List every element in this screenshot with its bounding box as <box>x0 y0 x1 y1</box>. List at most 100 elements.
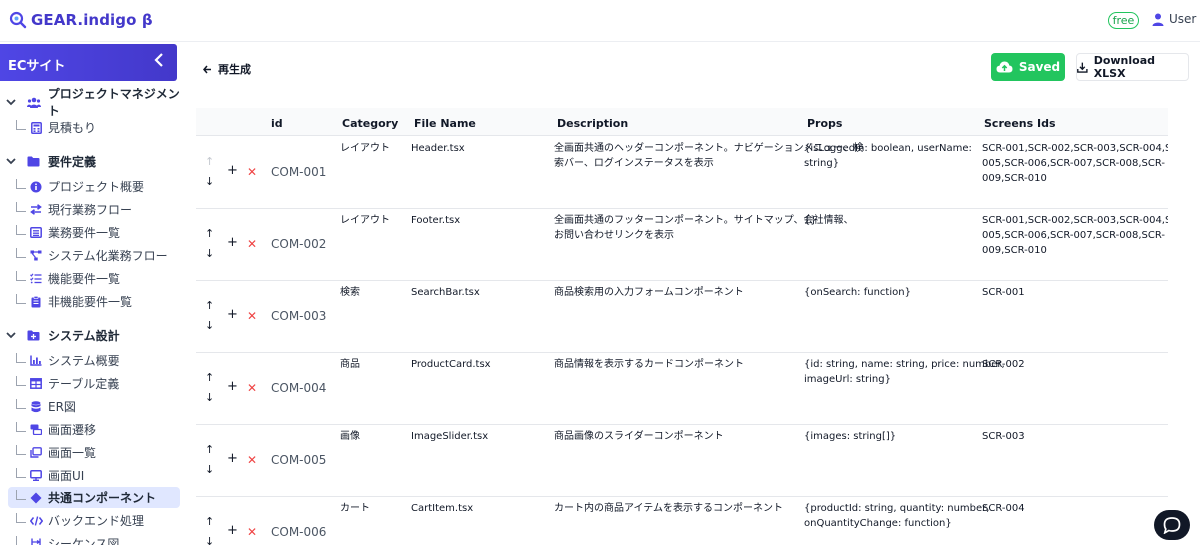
delete-row-icon[interactable]: ✕ <box>247 381 257 395</box>
info-icon <box>29 181 43 193</box>
sidebar-item-label: 画面UI <box>48 469 85 483</box>
cell-props[interactable]: {onSearch: function} <box>804 285 976 300</box>
cell-screens-ids[interactable]: SCR-001,SCR-002,SCR-003,SCR-004,SCR- 005,… <box>982 213 1168 258</box>
cell-file-name[interactable]: ProductCard.tsx <box>411 357 491 372</box>
folder-icon <box>27 156 41 167</box>
cell-category[interactable]: 検索 <box>340 285 360 300</box>
sidebar-item-screen-ui[interactable]: 画面UI <box>8 465 180 486</box>
sidebar-item-business-requirements[interactable]: 業務要件一覧 <box>8 222 180 243</box>
saved-button[interactable]: Saved <box>991 53 1065 81</box>
sidebar-item-system-flow[interactable]: システム化業務フロー <box>8 245 180 266</box>
section-requirements[interactable]: 要件定義 <box>0 150 188 172</box>
move-up-icon[interactable]: ↑ <box>205 371 214 384</box>
project-selector[interactable]: ECサイト <box>0 44 177 81</box>
cell-props[interactable]: {images: string[]} <box>804 429 976 444</box>
sidebar-item-non-functional-requirements[interactable]: 非機能要件一覧 <box>8 291 180 312</box>
cell-file-name[interactable]: CartItem.tsx <box>411 501 473 516</box>
sidebar-item-label: 機能要件一覧 <box>48 272 121 286</box>
add-row-icon[interactable]: + <box>227 235 238 250</box>
regenerate-button[interactable]: 再生成 <box>203 61 251 77</box>
cell-file-name[interactable]: SearchBar.tsx <box>411 285 480 300</box>
tree-line <box>16 270 26 281</box>
download-xlsx-button[interactable]: Download XLSX <box>1076 53 1189 81</box>
move-up-icon[interactable]: ↑ <box>205 515 214 528</box>
cell-id[interactable]: COM-004 <box>271 381 326 395</box>
sidebar-item-common-components[interactable]: 共通コンポーネント <box>8 487 180 508</box>
section-system-design[interactable]: システム設計 <box>0 324 188 346</box>
cell-id[interactable]: COM-005 <box>271 453 326 467</box>
app-logo[interactable]: GEAR.indigo β <box>9 11 153 29</box>
cell-screens-ids[interactable]: SCR-003 <box>982 429 1166 444</box>
cell-props[interactable]: {isLoggedIn: boolean, userName: string} <box>804 141 976 171</box>
cell-description-line: 全画面共通のフッターコンポーネント。サイトマップ、会社情報、 <box>554 215 854 226</box>
add-row-icon[interactable]: + <box>227 451 238 466</box>
cell-category[interactable]: レイアウト <box>340 141 390 156</box>
cell-screens-ids[interactable]: SCR-004 <box>982 501 1166 516</box>
user-menu[interactable]: User <box>1152 12 1196 26</box>
user-icon <box>1152 13 1164 26</box>
move-down-icon[interactable]: ↓ <box>205 247 214 260</box>
cell-file-name[interactable]: Footer.tsx <box>411 213 460 228</box>
plan-badge: free <box>1108 12 1139 29</box>
delete-row-icon[interactable]: ✕ <box>247 309 257 323</box>
delete-row-icon[interactable]: ✕ <box>247 453 257 467</box>
cell-screens-ids[interactable]: SCR-001,SCR-002,SCR-003,SCR-004,SCR- 005,… <box>982 141 1168 186</box>
cell-screens-ids[interactable]: SCR-001 <box>982 285 1166 300</box>
sidebar-item-er-diagram[interactable]: ER図 <box>8 396 180 417</box>
cell-id[interactable]: COM-006 <box>271 525 326 539</box>
back-arrow-icon <box>203 65 211 73</box>
delete-row-icon[interactable]: ✕ <box>247 165 257 179</box>
sidebar-item-backend-processing[interactable]: バックエンド処理 <box>8 510 180 531</box>
move-up-icon[interactable]: ↑ <box>205 227 214 240</box>
cell-description[interactable]: 商品画像のスライダーコンポーネント <box>554 429 799 444</box>
cell-description[interactable]: 全画面共通のフッターコンポーネント。サイトマップ、会社情報、 お問い合わせリンクを… <box>554 213 854 243</box>
chat-button[interactable] <box>1154 510 1190 540</box>
sidebar-item-sequence-diagram[interactable]: シーケンス図 <box>8 533 180 545</box>
cell-description[interactable]: カート内の商品アイテムを表示するコンポーネント <box>554 501 799 516</box>
sidebar-item-estimate[interactable]: 見積もり <box>8 117 180 138</box>
sidebar-item-system-overview[interactable]: システム概要 <box>8 350 180 371</box>
cell-category[interactable]: カート <box>340 501 370 516</box>
move-down-icon[interactable]: ↓ <box>205 391 214 404</box>
cell-props[interactable]: {} <box>804 213 976 228</box>
sidebar-item-functional-requirements[interactable]: 機能要件一覧 <box>8 268 180 289</box>
cell-file-name[interactable]: Header.tsx <box>411 141 465 156</box>
cell-screens-ids[interactable]: SCR-002 <box>982 357 1166 372</box>
move-up-icon[interactable]: ↑ <box>205 299 214 312</box>
cell-file-name[interactable]: ImageSlider.tsx <box>411 429 488 444</box>
cell-description[interactable]: 商品検索用の入力フォームコンポーネント <box>554 285 799 300</box>
add-row-icon[interactable]: + <box>227 523 238 538</box>
sidebar-item-current-flow[interactable]: 現行業務フロー <box>8 199 180 220</box>
move-down-icon[interactable]: ↓ <box>205 535 214 545</box>
collapse-sidebar-icon[interactable] <box>154 52 164 71</box>
delete-row-icon[interactable]: ✕ <box>247 237 257 251</box>
cell-description[interactable]: 全画面共通のヘッダーコンポーネント。ナビゲーションメニュー、検 索バー、ログインス… <box>554 141 863 171</box>
add-row-icon[interactable]: + <box>227 379 238 394</box>
move-up-icon[interactable]: ↑ <box>205 443 214 456</box>
move-down-icon[interactable]: ↓ <box>205 319 214 332</box>
move-down-icon[interactable]: ↓ <box>205 175 214 188</box>
move-down-icon[interactable]: ↓ <box>205 463 214 476</box>
tree-line <box>16 489 26 500</box>
add-row-icon[interactable]: + <box>227 163 238 178</box>
cell-id[interactable]: COM-003 <box>271 309 326 323</box>
cell-props[interactable]: {id: string, name: string, price: number… <box>804 357 1005 387</box>
sidebar-item-project-overview[interactable]: プロジェクト概要 <box>8 176 180 197</box>
cell-category[interactable]: 画像 <box>340 429 360 444</box>
move-up-icon[interactable]: ↑ <box>205 155 214 168</box>
sidebar-item-screen-list[interactable]: 画面一覧 <box>8 442 180 463</box>
cell-description[interactable]: 商品情報を表示するカードコンポーネント <box>554 357 799 372</box>
add-row-icon[interactable]: + <box>227 307 238 322</box>
cell-props[interactable]: {productId: string, quantity: number, onQ… <box>804 501 989 531</box>
delete-row-icon[interactable]: ✕ <box>247 525 257 539</box>
sidebar-item-table-definition[interactable]: テーブル定義 <box>8 373 180 394</box>
tree-line <box>16 352 26 363</box>
sidebar-item-screen-transition[interactable]: 画面遷移 <box>8 419 180 440</box>
cell-id[interactable]: COM-002 <box>271 237 326 251</box>
cell-category[interactable]: 商品 <box>340 357 360 372</box>
section-project-management[interactable]: プロジェクトマネジメント <box>0 87 188 118</box>
users-icon <box>26 97 41 108</box>
cell-category[interactable]: レイアウト <box>340 213 390 228</box>
cell-id[interactable]: COM-001 <box>271 165 326 179</box>
sidebar-item-label: 現行業務フロー <box>48 203 133 217</box>
